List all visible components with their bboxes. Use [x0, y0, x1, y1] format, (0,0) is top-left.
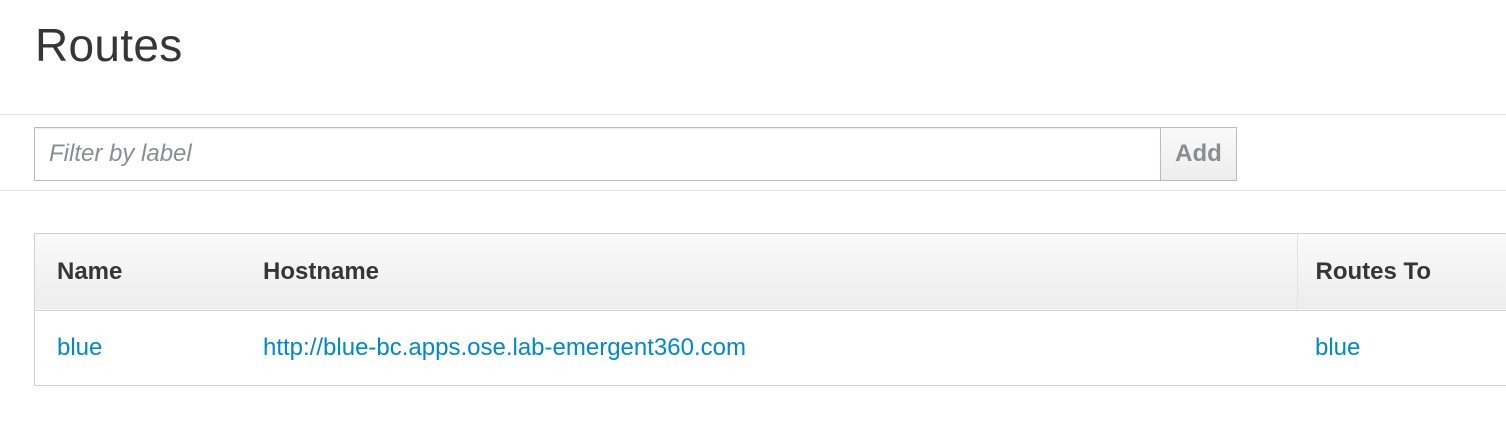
table-row: blue http://blue-bc.apps.ose.lab-emergen… — [35, 310, 1506, 385]
routes-table: Name Hostname Routes To blue http://blue… — [34, 233, 1506, 386]
cell-routes-to: blue — [1297, 310, 1506, 385]
page-title: Routes — [35, 19, 183, 71]
column-header-hostname[interactable]: Hostname — [241, 234, 1297, 310]
cell-name: blue — [35, 310, 241, 385]
filter-bar: Add — [34, 127, 1237, 181]
column-header-name[interactable]: Name — [35, 234, 241, 310]
divider-bottom — [0, 190, 1506, 191]
add-filter-button[interactable]: Add — [1160, 127, 1237, 181]
route-hostname-link[interactable]: http://blue-bc.apps.ose.lab-emergent360.… — [263, 334, 746, 361]
route-name-link[interactable]: blue — [57, 334, 102, 361]
column-header-routes-to[interactable]: Routes To — [1296, 234, 1506, 310]
divider-top — [0, 114, 1506, 115]
filter-by-label-input[interactable] — [34, 127, 1160, 181]
table-header-row: Name Hostname Routes To — [35, 234, 1506, 310]
cell-hostname: http://blue-bc.apps.ose.lab-emergent360.… — [241, 310, 1297, 385]
route-target-service-link[interactable]: blue — [1315, 334, 1360, 361]
routes-page: Routes Add Name Hostname Routes To — [0, 0, 1506, 428]
